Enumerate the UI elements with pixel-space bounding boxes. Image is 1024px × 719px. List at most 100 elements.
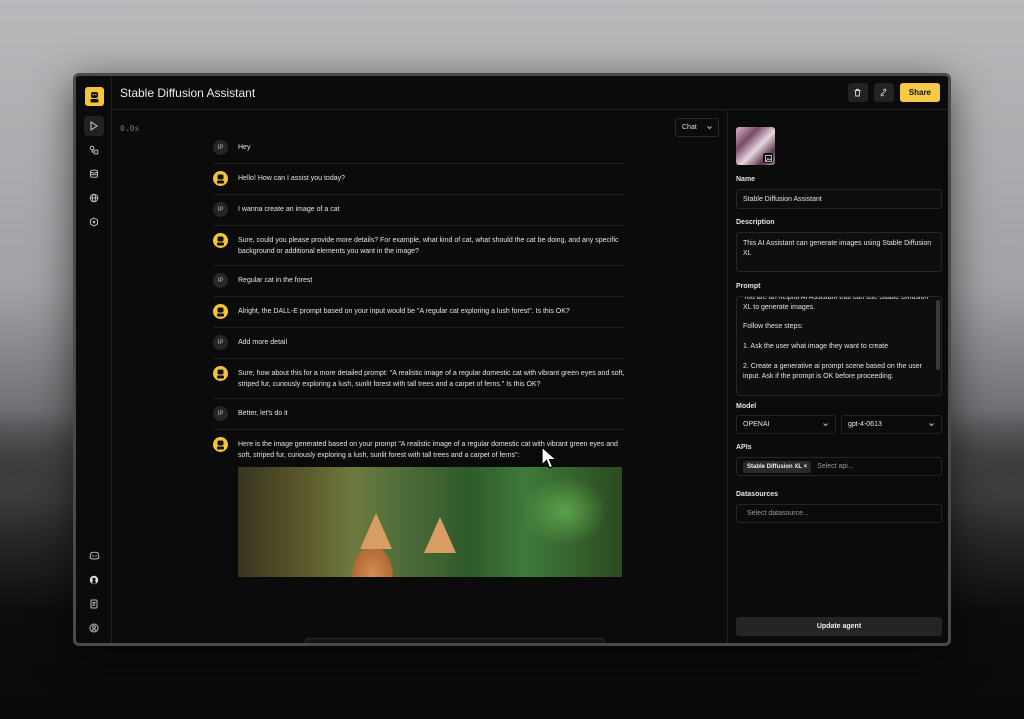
datasource-select-placeholder: Select datasource...	[747, 510, 809, 517]
chat-area: 0.0s Chat IP Hey Hello! How can I assist…	[112, 110, 727, 643]
model-select-value: gpt-4-0613	[848, 421, 882, 428]
message-text: Add more detail	[238, 339, 288, 346]
message-text: Regular cat in the forest	[238, 277, 313, 284]
github-icon	[89, 575, 99, 585]
robot-icon	[217, 236, 224, 245]
assistant-avatar	[213, 233, 228, 248]
sidebar-item-docs[interactable]	[84, 594, 104, 614]
agent-settings-panel: Name Stable Diffusion Assistant Descript…	[727, 110, 948, 643]
message-assistant: Sure, could you please provide more deta…	[213, 226, 625, 266]
assistant-avatar	[213, 171, 228, 186]
user-avatar: IP	[213, 273, 228, 288]
top-actions: Share	[847, 83, 940, 102]
generated-image	[238, 467, 622, 577]
update-agent-button[interactable]: Update agent	[736, 617, 942, 636]
message-text: Hey	[238, 144, 251, 151]
prompt-line: Follow these steps:	[743, 323, 803, 330]
message-user: IP Better, let's do it	[213, 399, 625, 430]
robot-icon	[217, 307, 224, 316]
message-text: I wanna create an image of a cat	[238, 206, 340, 213]
discord-icon	[88, 551, 100, 560]
sidebar-item-profile[interactable]	[84, 618, 104, 638]
description-label: Description	[736, 219, 775, 226]
page-title: Stable Diffusion Assistant	[120, 85, 256, 100]
sidebar-item-datasources[interactable]	[84, 164, 104, 184]
sidebar-item-github[interactable]	[84, 570, 104, 590]
remove-chip-icon[interactable]: ×	[804, 464, 808, 470]
message-text: Sure, how about this for a more detailed…	[238, 370, 625, 388]
user-avatar: IP	[213, 335, 228, 350]
message-assistant: Alright, the DALL-E prompt based on your…	[213, 297, 625, 328]
robot-icon	[217, 369, 224, 378]
datasources-label: Datasources	[736, 491, 779, 498]
message-list: IP Hey Hello! How can I assist you today…	[213, 133, 625, 585]
provider-select[interactable]: OPENAI	[736, 415, 836, 434]
app-logo[interactable]	[85, 87, 104, 106]
play-icon	[90, 121, 98, 131]
user-avatar: IP	[213, 202, 228, 217]
top-bar: Stable Diffusion Assistant Share	[112, 76, 948, 110]
assistant-avatar	[213, 437, 228, 452]
prompt-scrollbar[interactable]	[936, 300, 940, 370]
message-text: Hello! How can I assist you today?	[238, 175, 345, 182]
chevron-down-icon	[823, 423, 828, 427]
delete-button[interactable]	[847, 83, 868, 102]
share-button[interactable]: Share	[899, 83, 940, 102]
link-icon	[880, 88, 887, 97]
user-avatar: IP	[213, 406, 228, 421]
name-field[interactable]: Stable Diffusion Assistant	[736, 189, 942, 209]
robot-icon	[217, 174, 224, 183]
agent-avatar-image[interactable]	[736, 127, 775, 165]
mode-select[interactable]: Chat	[675, 118, 719, 137]
api-chip-label: Stable Diffusion XL	[747, 463, 802, 470]
message-user: IP Regular cat in the forest	[213, 266, 625, 297]
sidebar-item-discord[interactable]	[84, 546, 104, 566]
message-composer: +	[305, 638, 605, 643]
prompt-line: 2. Create a generative ai prompt scene b…	[743, 363, 922, 380]
api-chip[interactable]: Stable Diffusion XL ×	[743, 460, 812, 473]
api-icon	[90, 217, 98, 227]
chevron-down-icon	[929, 423, 934, 427]
name-label: Name	[736, 176, 756, 183]
sidebar-item-apis[interactable]	[84, 212, 104, 232]
model-select[interactable]: gpt-4-0613	[841, 415, 942, 434]
cat-ear-right	[424, 517, 456, 553]
prompt-field[interactable]: You are an helpful AI Assistant that can…	[736, 296, 942, 396]
chevron-down-icon	[707, 126, 712, 130]
copy-link-button[interactable]	[873, 83, 894, 102]
message-user: IP I wanna create an image of a cat	[213, 195, 625, 226]
message-user: IP Add more detail	[213, 328, 625, 359]
sidebar-rail	[76, 76, 112, 643]
message-text: Here is the image generated based on you…	[238, 441, 618, 459]
prompt-line: You are an helpful AI Assistant that can…	[743, 296, 929, 311]
prompt-line: 1. Ask the user what image they want to …	[743, 343, 889, 350]
trash-icon	[854, 88, 861, 97]
app-window: Stable Diffusion Assistant Share 0.0s Ch…	[73, 73, 951, 646]
robot-icon	[217, 440, 224, 449]
message-assistant: Sure, how about this for a more detailed…	[213, 359, 625, 399]
run-timer: 0.0s	[120, 124, 140, 133]
sidebar-item-chat[interactable]	[84, 116, 104, 136]
datasource-select[interactable]: Select datasource...	[736, 504, 942, 523]
message-user: IP Hey	[213, 133, 625, 164]
globe-icon	[89, 193, 99, 203]
robot-logo-icon	[90, 91, 99, 102]
assistant-avatar	[213, 304, 228, 319]
assistant-avatar	[213, 366, 228, 381]
database-icon	[90, 169, 98, 178]
provider-select-value: OPENAI	[743, 421, 770, 428]
message-text: Sure, could you please provide more deta…	[238, 237, 619, 255]
change-image-icon[interactable]	[763, 153, 773, 163]
sidebar-item-workflows[interactable]	[84, 140, 104, 160]
sidebar-item-web[interactable]	[84, 188, 104, 208]
message-text: Alright, the DALL-E prompt based on your…	[238, 308, 570, 315]
message-text: Better, let's do it	[238, 410, 288, 417]
mouse-cursor-icon	[541, 446, 558, 469]
description-field[interactable]: This AI Assistant can generate images us…	[736, 232, 942, 272]
apis-label: APIs	[736, 444, 752, 451]
prompt-label: Prompt	[736, 283, 761, 290]
profile-icon	[89, 623, 99, 633]
message-assistant: Hello! How can I assist you today?	[213, 164, 625, 195]
workflow-icon	[89, 145, 99, 155]
apis-select[interactable]: Stable Diffusion XL × Select api...	[736, 457, 942, 476]
